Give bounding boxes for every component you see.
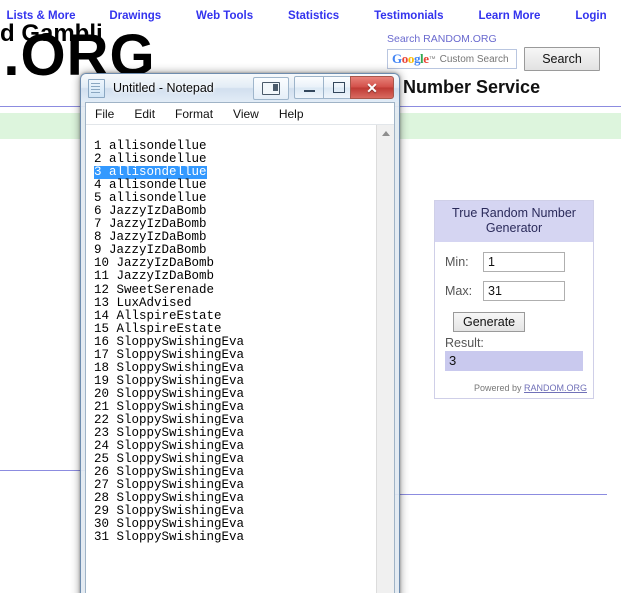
close-button[interactable]: ✕ [350, 76, 394, 99]
notepad-line: 28 SloppySwishingEva [94, 488, 377, 505]
notepad-line: 25 SloppySwishingEva [94, 449, 377, 466]
min-input[interactable]: 1 [483, 252, 565, 272]
notepad-line: 5 allisondellue [94, 188, 377, 205]
notepad-client-area: File Edit Format View Help 1 allisondell… [85, 102, 395, 593]
notepad-document-icon [88, 78, 105, 98]
notepad-line: 7 JazzyIzDaBomb [94, 214, 377, 231]
notepad-line: 6 JazzyIzDaBomb [94, 201, 377, 218]
notepad-line: 10 JazzyIzDaBomb [94, 253, 377, 270]
notepad-line: 15 AllspireEstate [94, 319, 377, 335]
generator-max-row: Max: 31 [445, 281, 583, 301]
notepad-line: 2 allisondellue [94, 149, 377, 166]
notepad-window[interactable]: Untitled - Notepad ✕ File Edit Format Vi… [80, 73, 400, 593]
notepad-line: 4 allisondellue [94, 175, 377, 192]
screen: Lists & More Drawings Web Tools Statisti… [0, 0, 621, 593]
restore-down-icon[interactable] [253, 77, 289, 100]
notepad-line: 11 JazzyIzDaBomb [94, 266, 377, 283]
maximize-icon [332, 82, 345, 93]
notepad-line: 29 SloppySwishingEva [94, 501, 377, 518]
generate-button[interactable]: Generate [453, 312, 526, 332]
nav-link-statistics[interactable]: Statistics [288, 10, 339, 22]
powered-by-prefix: Powered by [473, 383, 524, 393]
notepad-title-bar[interactable]: Untitled - Notepad ✕ [81, 74, 399, 102]
notepad-vertical-scrollbar[interactable] [376, 125, 394, 593]
min-label: Min: [445, 255, 469, 269]
notepad-line: 12 SweetSerenade [94, 280, 377, 296]
search-input[interactable]: Google ™ Custom Search [387, 49, 517, 69]
result-value: 3 [445, 351, 583, 371]
notepad-line: 23 SloppySwishingEva [94, 423, 377, 440]
notepad-line: 1 allisondellue [94, 136, 377, 152]
search-block: Search RANDOM.ORG Google ™ Custom Search … [387, 33, 617, 71]
notepad-line: 22 SloppySwishingEva [94, 410, 377, 426]
nav-link-login[interactable]: Login [575, 10, 606, 22]
notepad-line-text: 31 SloppySwishingEva [94, 530, 245, 545]
notepad-menu-bar: File Edit Format View Help [86, 103, 394, 125]
notepad-line: 19 SloppySwishingEva [94, 371, 377, 387]
notepad-line: 3 allisondellue [94, 162, 377, 180]
notepad-line: 17 SloppySwishingEva [94, 345, 377, 361]
random-org-link[interactable]: RANDOM.ORG [524, 383, 587, 393]
notepad-line: 21 SloppySwishingEva [94, 397, 377, 413]
notepad-line: 24 SloppySwishingEva [94, 436, 377, 453]
max-label: Max: [445, 284, 473, 298]
sidebar-divider [393, 494, 607, 495]
notepad-line: 14 AllspireEstate [94, 306, 377, 322]
notepad-text-area[interactable]: 1 allisondellue 2 allisondellue 3 allisond… [86, 125, 377, 593]
trademark-symbol: ™ [428, 55, 436, 63]
generator-title: True Random Number Generator [435, 201, 593, 242]
max-input[interactable]: 31 [483, 281, 565, 301]
notepad-line: 13 LuxAdvised [94, 293, 377, 309]
powered-by: Powered by RANDOM.ORG [435, 377, 593, 398]
notepad-line: 18 SloppySwishingEva [94, 358, 377, 374]
notepad-line: 27 SloppySwishingEva [94, 475, 377, 492]
notepad-window-title: Untitled - Notepad [113, 81, 214, 95]
menu-item-help[interactable]: Help [279, 107, 304, 121]
nav-link-lists-and-more[interactable]: Lists & More [6, 10, 75, 22]
result-label: Result: [445, 336, 484, 350]
nav-link-learn-more[interactable]: Learn More [478, 10, 540, 22]
menu-item-edit[interactable]: Edit [134, 107, 155, 121]
nav-link-web-tools[interactable]: Web Tools [196, 10, 253, 22]
notepad-line: 20 SloppySwishingEva [94, 384, 377, 400]
nav-link-drawings[interactable]: Drawings [109, 10, 161, 22]
search-button[interactable]: Search [524, 47, 600, 71]
nav-link-testimonials[interactable]: Testimonials [374, 10, 443, 22]
notepad-line: 26 SloppySwishingEva [94, 462, 377, 479]
google-logo: Google [392, 51, 429, 66]
menu-item-format[interactable]: Format [175, 107, 213, 121]
true-random-number-generator-widget: True Random Number Generator Min: 1 Max:… [434, 200, 594, 399]
menu-item-view[interactable]: View [233, 107, 259, 121]
window-preview-glyph [262, 82, 280, 95]
minimize-icon [304, 90, 315, 92]
generator-min-row: Min: 1 [445, 252, 583, 272]
minimize-button[interactable] [294, 76, 325, 99]
close-icon: ✕ [366, 79, 378, 96]
search-placeholder: Custom Search [439, 53, 509, 65]
menu-item-file[interactable]: File [95, 107, 114, 121]
notepad-line: 31 SloppySwishingEva [94, 527, 377, 544]
notepad-line: 9 JazzyIzDaBomb [94, 240, 377, 257]
notepad-line: 16 SloppySwishingEva [94, 332, 377, 348]
scroll-up-button[interactable] [377, 125, 394, 142]
notepad-line: 8 JazzyIzDaBomb [94, 227, 377, 244]
search-label: Search RANDOM.ORG [387, 33, 497, 45]
notepad-line: 30 SloppySwishingEva [94, 514, 377, 531]
chevron-up-icon [381, 131, 390, 136]
